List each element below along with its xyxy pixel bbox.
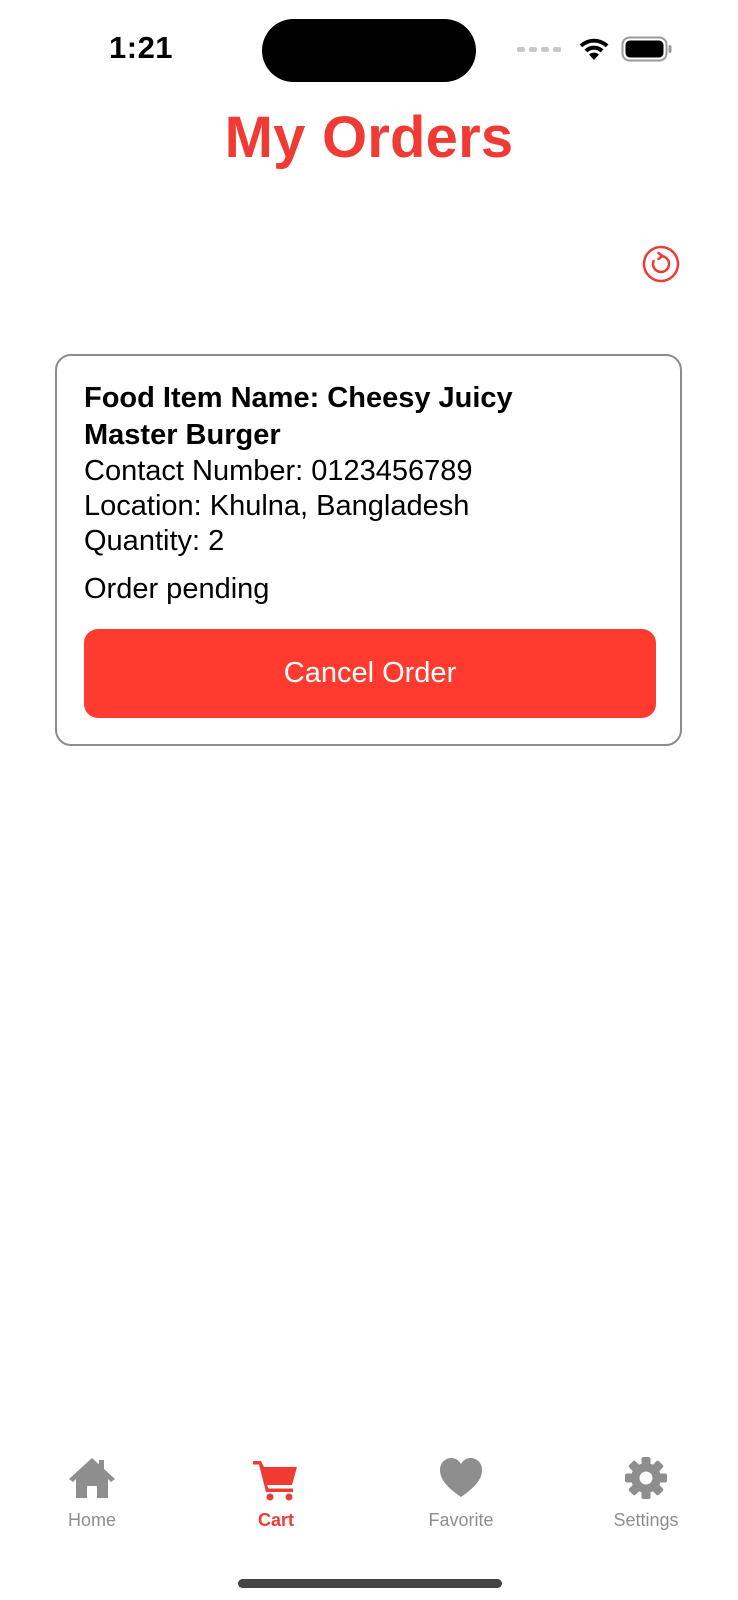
cart-icon: [253, 1461, 297, 1501]
heart-icon: [440, 1458, 482, 1497]
tab-cart[interactable]: Cart: [201, 1455, 351, 1545]
dynamic-island: [262, 19, 476, 82]
cellular-signal-icon: [517, 46, 561, 52]
home-indicator: [238, 1579, 502, 1588]
food-item-name: Food Item Name: Cheesy Juicy Master Burg…: [84, 382, 513, 451]
order-card: Food Item Name: Cheesy Juicy Master Burg…: [55, 354, 682, 746]
page-title: My Orders: [224, 105, 514, 170]
status-indicators: [517, 35, 673, 63]
refresh-button[interactable]: [642, 245, 680, 283]
tab-bar: Home Cart Favorite Settings: [0, 1455, 738, 1555]
quantity: Quantity: 2: [84, 525, 225, 557]
tab-home-label: Home: [67, 1510, 116, 1530]
battery-icon: [621, 36, 672, 62]
wifi-icon: [579, 38, 609, 60]
location: Location: Khulna, Bangladesh: [84, 490, 470, 522]
tab-favorite-label: Favorite: [428, 1510, 494, 1530]
refresh-icon: [642, 245, 680, 283]
gear-icon: [625, 1457, 667, 1499]
contact-number: Contact Number: 0123456789: [84, 455, 473, 487]
home-icon: [69, 1458, 115, 1498]
tab-home[interactable]: Home: [17, 1455, 167, 1545]
tab-settings[interactable]: Settings: [571, 1455, 721, 1545]
tab-cart-label: Cart: [257, 1510, 294, 1530]
order-status: Order pending: [84, 573, 270, 605]
tab-favorite[interactable]: Favorite: [386, 1455, 536, 1545]
status-time: 1:21: [109, 30, 174, 65]
cancel-order-button[interactable]: Cancel Order: [84, 629, 656, 718]
tab-settings-label: Settings: [613, 1510, 679, 1530]
